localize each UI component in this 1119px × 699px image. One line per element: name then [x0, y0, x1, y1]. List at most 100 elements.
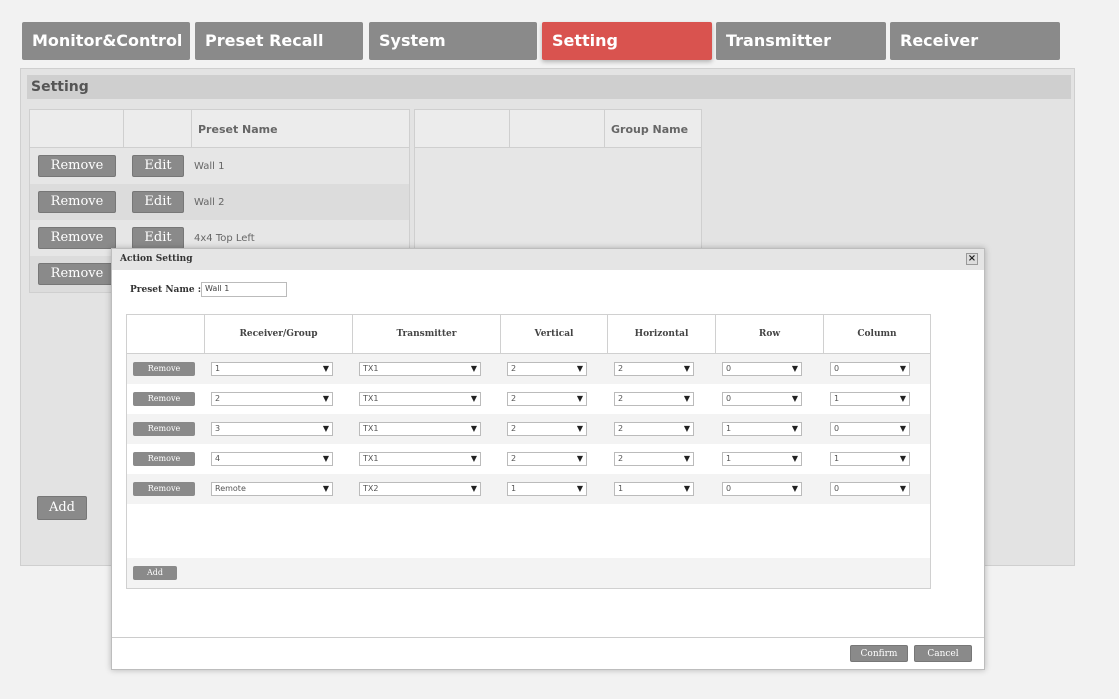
column-cell: 0 ▼ [824, 422, 930, 436]
action-table-header: Receiver/Group Transmitter Vertical Hori… [127, 315, 930, 354]
table-row: Remove Edit Wall 1 [30, 148, 409, 184]
row-cell: 0 ▼ [716, 392, 824, 406]
select-value: 1 [834, 394, 840, 403]
select-value: TX1 [363, 454, 379, 463]
remove-button[interactable]: Remove [133, 362, 195, 376]
select-value: 2 [511, 364, 517, 373]
header-blank [415, 110, 510, 147]
cancel-button[interactable]: Cancel [914, 645, 972, 662]
action-table-footer: Add [127, 558, 930, 588]
edit-button[interactable]: Edit [132, 227, 184, 249]
table-row: Remove 4 ▼ TX1 ▼ 2 ▼ 2 ▼ 1 ▼ 1 ▼ [127, 444, 930, 474]
select-value: 1 [511, 484, 517, 493]
tab-system[interactable]: System [369, 22, 537, 60]
transmitter-select[interactable]: TX2 ▼ [359, 482, 481, 496]
tab-transmitter[interactable]: Transmitter [716, 22, 886, 60]
vertical-select[interactable]: 2 ▼ [507, 392, 587, 406]
chevron-down-icon: ▼ [576, 394, 583, 403]
row-select[interactable]: 0 ▼ [722, 482, 802, 496]
horizontal-select[interactable]: 2 ▼ [614, 362, 694, 376]
add-action-button[interactable]: Add [133, 566, 177, 580]
tab-setting[interactable]: Setting [542, 22, 712, 60]
receiver-select[interactable]: 1 ▼ [211, 362, 333, 376]
chevron-down-icon: ▼ [322, 484, 329, 493]
select-value: 1 [726, 454, 732, 463]
transmitter-select[interactable]: TX1 ▼ [359, 362, 481, 376]
column-select[interactable]: 1 ▼ [830, 392, 910, 406]
tab-monitor-control[interactable]: Monitor&Control [22, 22, 190, 60]
remove-cell: Remove [127, 422, 205, 436]
chevron-down-icon: ▼ [683, 394, 690, 403]
transmitter-select[interactable]: TX1 ▼ [359, 392, 481, 406]
transmitter-cell: TX1 ▼ [353, 362, 501, 376]
row-cell: 0 ▼ [716, 482, 824, 496]
horizontal-select[interactable]: 1 ▼ [614, 482, 694, 496]
row-select[interactable]: 1 ▼ [722, 422, 802, 436]
column-header: Horizontal [608, 315, 716, 353]
column-select[interactable]: 0 ▼ [830, 422, 910, 436]
transmitter-cell: TX1 ▼ [353, 392, 501, 406]
column-select[interactable]: 0 ▼ [830, 362, 910, 376]
select-value: TX1 [363, 424, 379, 433]
column-select[interactable]: 1 ▼ [830, 452, 910, 466]
receiver-select[interactable]: 4 ▼ [211, 452, 333, 466]
horizontal-cell: 2 ▼ [608, 392, 716, 406]
horizontal-select[interactable]: 2 ▼ [614, 422, 694, 436]
transmitter-select[interactable]: TX1 ▼ [359, 452, 481, 466]
row-cell: 1 ▼ [716, 422, 824, 436]
row-select[interactable]: 0 ▼ [722, 392, 802, 406]
remove-button[interactable]: Remove [38, 191, 116, 213]
vertical-select[interactable]: 2 ▼ [507, 422, 587, 436]
remove-button[interactable]: Remove [133, 392, 195, 406]
select-value: 0 [726, 364, 732, 373]
close-icon[interactable]: × [966, 253, 978, 265]
remove-cell: Remove [127, 362, 205, 376]
chevron-down-icon: ▼ [899, 394, 906, 403]
select-value: 2 [618, 454, 624, 463]
edit-button[interactable]: Edit [132, 191, 184, 213]
remove-button[interactable]: Remove [38, 155, 116, 177]
row-select[interactable]: 1 ▼ [722, 452, 802, 466]
row-select[interactable]: 0 ▼ [722, 362, 802, 376]
vertical-select[interactable]: 1 ▼ [507, 482, 587, 496]
horizontal-select[interactable]: 2 ▼ [614, 452, 694, 466]
vertical-select[interactable]: 2 ▼ [507, 452, 587, 466]
chevron-down-icon: ▼ [576, 484, 583, 493]
column-cell: 1 ▼ [824, 452, 930, 466]
transmitter-select[interactable]: TX1 ▼ [359, 422, 481, 436]
chevron-down-icon: ▼ [791, 484, 798, 493]
preset-name-input[interactable]: Wall 1 [201, 282, 287, 297]
add-preset-button[interactable]: Add [37, 496, 87, 520]
remove-cell: Remove [127, 482, 205, 496]
vertical-select[interactable]: 2 ▼ [507, 362, 587, 376]
remove-button[interactable]: Remove [133, 422, 195, 436]
column-cell: 1 ▼ [824, 392, 930, 406]
remove-button[interactable]: Remove [133, 482, 195, 496]
receiver-select[interactable]: 3 ▼ [211, 422, 333, 436]
column-header [127, 315, 205, 353]
tab-receiver[interactable]: Receiver [890, 22, 1060, 60]
chevron-down-icon: ▼ [470, 484, 477, 493]
receiver-select[interactable]: Remote ▼ [211, 482, 333, 496]
select-value: Remote [215, 484, 246, 493]
edit-button[interactable]: Edit [132, 155, 184, 177]
preset-name: Wall 1 [194, 160, 225, 172]
remove-button[interactable]: Remove [38, 263, 116, 285]
confirm-button[interactable]: Confirm [850, 645, 908, 662]
receiver-cell: 2 ▼ [205, 392, 353, 406]
remove-button[interactable]: Remove [38, 227, 116, 249]
receiver-cell: 3 ▼ [205, 422, 353, 436]
transmitter-cell: TX1 ▼ [353, 422, 501, 436]
vertical-cell: 2 ▼ [501, 392, 608, 406]
column-header: Column [857, 329, 897, 339]
vertical-cell: 2 ▼ [501, 362, 608, 376]
column-select[interactable]: 0 ▼ [830, 482, 910, 496]
group-name-header: Group Name [611, 123, 689, 136]
column-header: Transmitter [353, 315, 501, 353]
preset-name: Wall 2 [194, 196, 225, 208]
tab-preset-recall[interactable]: Preset Recall [195, 22, 363, 60]
horizontal-select[interactable]: 2 ▼ [614, 392, 694, 406]
receiver-select[interactable]: 2 ▼ [211, 392, 333, 406]
remove-button[interactable]: Remove [133, 452, 195, 466]
column-cell: 0 ▼ [824, 482, 930, 496]
